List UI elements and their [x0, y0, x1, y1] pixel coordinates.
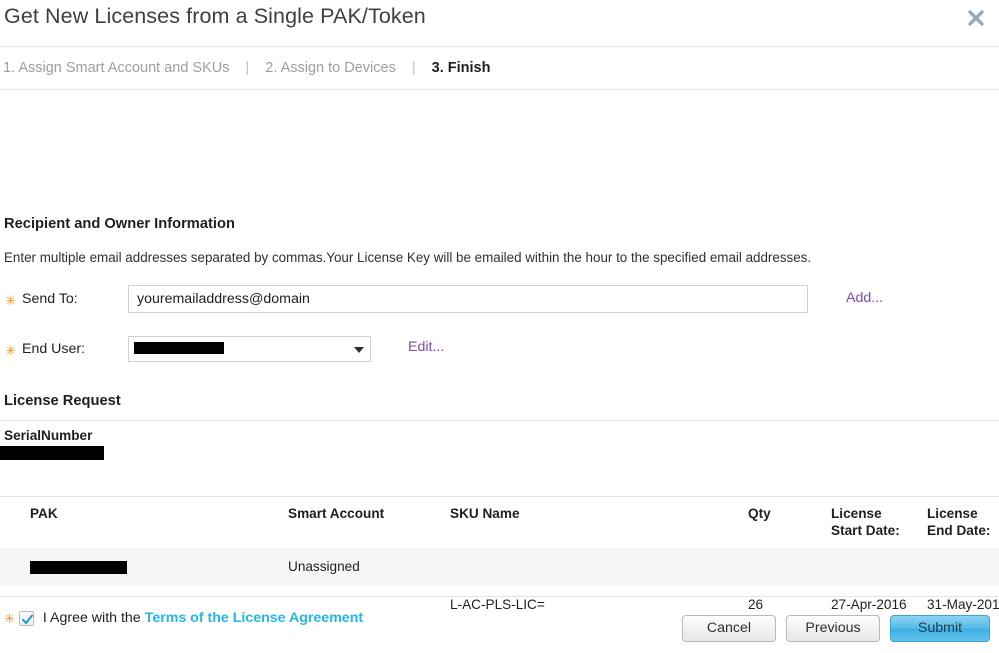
- step-assign-smart-account[interactable]: 1. Assign Smart Account and SKUs: [3, 60, 229, 76]
- modal-header: Get New Licenses from a Single PAK/Token: [0, 0, 999, 47]
- pak-redacted-value: [30, 561, 127, 574]
- required-asterisk-agreement: ✳: [4, 612, 19, 625]
- recipient-helper-text: Enter multiple email addresses separated…: [4, 250, 811, 265]
- cancel-button[interactable]: Cancel: [682, 615, 776, 642]
- column-header-license-start-line1: License: [831, 506, 882, 521]
- submit-button[interactable]: Submit: [890, 615, 990, 642]
- end-user-label: End User:: [22, 341, 128, 357]
- step-finish[interactable]: 3. Finish: [432, 60, 491, 76]
- end-user-redacted-value: [134, 342, 224, 354]
- page-title: Get New Licenses from a Single PAK/Token: [4, 4, 426, 29]
- close-icon[interactable]: [961, 3, 991, 33]
- step-separator-2: |: [396, 60, 432, 76]
- column-header-license-end-line1: License: [927, 506, 978, 521]
- previous-button[interactable]: Previous: [786, 615, 880, 642]
- wizard-steps: 1. Assign Smart Account and SKUs | 2. As…: [0, 47, 999, 90]
- send-to-row: ✳ Send To:: [0, 285, 808, 313]
- required-asterisk-send-to: ✳: [0, 294, 22, 307]
- footer-button-group: Cancel Previous Submit: [682, 615, 990, 642]
- column-header-license-start-date: License Start Date:: [831, 497, 927, 548]
- column-header-license-end-date: License End Date:: [927, 497, 999, 548]
- serial-number-label: SerialNumber: [4, 428, 92, 443]
- license-request-heading: License Request: [4, 393, 121, 409]
- terms-of-license-agreement-link[interactable]: Terms of the License Agreement: [145, 610, 363, 626]
- send-to-label: Send To:: [22, 291, 128, 307]
- column-header-smart-account: Smart Account: [288, 497, 450, 548]
- agreement-row: ✳ I Agree with the Terms of the License …: [4, 610, 363, 626]
- check-icon: [21, 613, 34, 626]
- chevron-down-icon: [354, 347, 364, 353]
- step-assign-to-devices[interactable]: 2. Assign to Devices: [265, 60, 396, 76]
- cell-smart-account: Unassigned: [288, 548, 450, 586]
- serial-number-redacted-value: [0, 446, 104, 460]
- recipient-section-heading: Recipient and Owner Information: [4, 216, 235, 232]
- cell-pak: [0, 548, 288, 586]
- required-asterisk-end-user: ✳: [0, 344, 22, 357]
- cell-license-start-date: [831, 548, 927, 586]
- column-header-sku-name: SKU Name: [450, 497, 748, 548]
- cell-sku-name: [450, 548, 748, 586]
- column-header-license-end-line2: End Date:: [927, 523, 990, 538]
- modal-footer: ✳ I Agree with the Terms of the License …: [0, 597, 999, 653]
- end-user-select[interactable]: [128, 336, 371, 362]
- column-header-pak: PAK: [0, 497, 288, 548]
- table-header-row: PAK Smart Account SKU Name Qty License S…: [0, 497, 999, 548]
- send-to-input[interactable]: [128, 285, 808, 313]
- agree-checkbox[interactable]: [19, 611, 34, 626]
- edit-end-user-link[interactable]: Edit...: [408, 339, 444, 355]
- column-header-qty: Qty: [748, 497, 831, 548]
- step-separator-1: |: [229, 60, 265, 76]
- cell-qty: [748, 548, 831, 586]
- end-user-row: ✳ End User:: [0, 335, 371, 363]
- column-header-license-start-line2: Start Date:: [831, 523, 900, 538]
- table-row: Unassigned: [0, 548, 999, 586]
- add-recipient-link[interactable]: Add...: [846, 290, 883, 306]
- agree-label: I Agree with the: [43, 610, 141, 626]
- divider-license-request: [0, 420, 999, 421]
- cell-license-end-date: [927, 548, 999, 586]
